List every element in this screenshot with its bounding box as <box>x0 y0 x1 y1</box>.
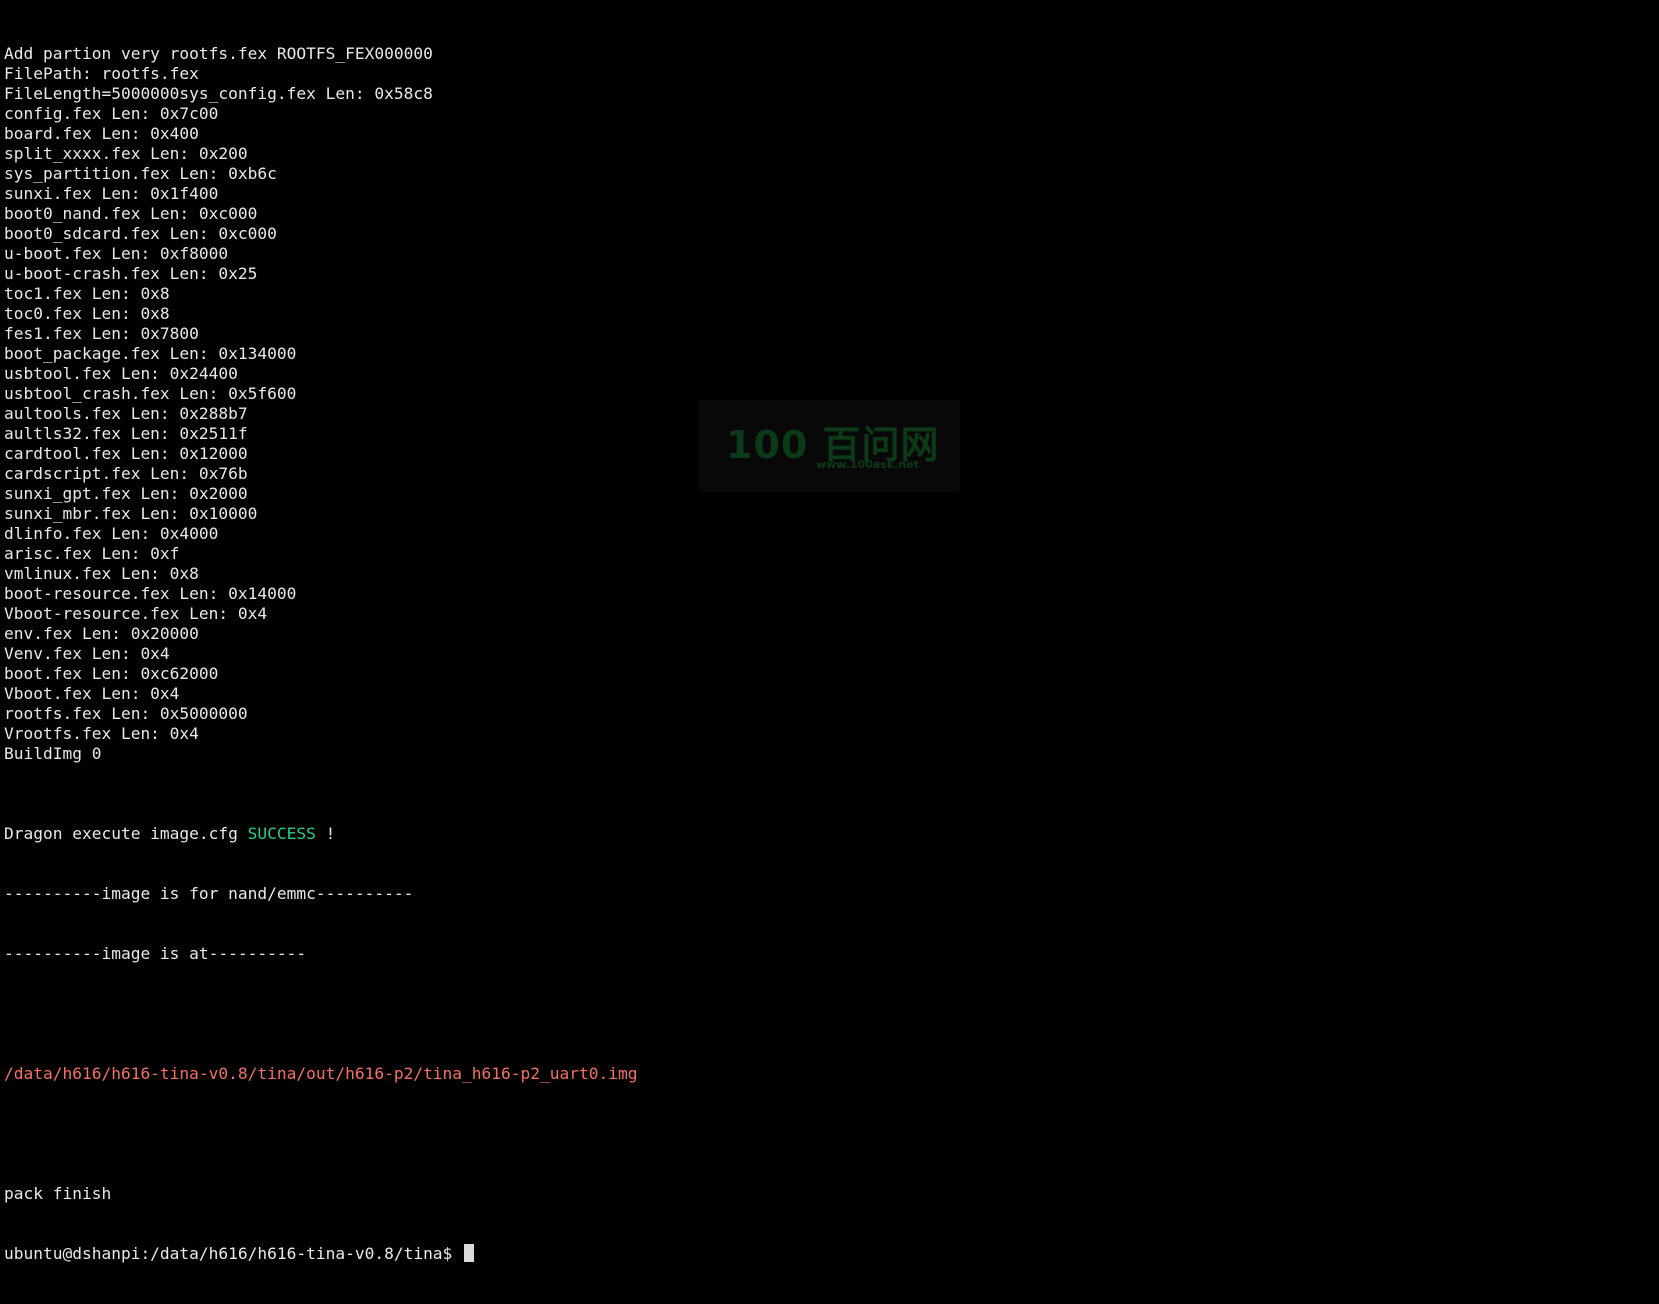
log-line: boot0_sdcard.fex Len: 0xc000 <box>4 224 277 243</box>
watermark: 100 百问网 www.100ask.net <box>698 400 960 492</box>
log-line: boot.fex Len: 0xc62000 <box>4 664 219 683</box>
log-line: BuildImg 0 <box>4 744 102 763</box>
log-line: u-boot-crash.fex Len: 0x25 <box>4 264 258 283</box>
prompt-line[interactable]: ubuntu@dshanpi:/data/h616/h616-tina-v0.8… <box>4 1244 1655 1264</box>
log-line: toc0.fex Len: 0x8 <box>4 304 170 323</box>
log-line: Add partion very rootfs.fex ROOTFS_FEX00… <box>4 44 433 63</box>
dragon-prefix: Dragon execute image.cfg <box>4 824 248 843</box>
log-line: FileLength=5000000sys_config.fex Len: 0x… <box>4 84 433 103</box>
image-at-line: ----------image is at---------- <box>4 944 307 963</box>
log-line: split_xxxx.fex Len: 0x200 <box>4 144 248 163</box>
image-path-line[interactable]: /data/h616/h616-tina-v0.8/tina/out/h616-… <box>4 1064 1655 1084</box>
pack-finish-line: pack finish <box>4 1184 112 1203</box>
log-line: u-boot.fex Len: 0xf8000 <box>4 244 229 263</box>
log-line: FilePath: rootfs.fex <box>4 64 199 83</box>
terminal-output: Add partion very rootfs.fex ROOTFS_FEX00… <box>4 4 1655 1304</box>
log-line: vmlinux.fex Len: 0x8 <box>4 564 199 583</box>
terminal-window[interactable]: Add partion very rootfs.fex ROOTFS_FEX00… <box>0 0 1659 1263</box>
log-line: dlinfo.fex Len: 0x4000 <box>4 524 219 543</box>
log-line: config.fex Len: 0x7c00 <box>4 104 219 123</box>
log-line: board.fex Len: 0x400 <box>4 124 199 143</box>
watermark-url: www.100ask.net <box>816 458 919 471</box>
log-line: boot0_nand.fex Len: 0xc000 <box>4 204 258 223</box>
log-line: fes1.fex Len: 0x7800 <box>4 324 199 343</box>
log-line: boot-resource.fex Len: 0x14000 <box>4 584 297 603</box>
log-line: Vboot.fex Len: 0x4 <box>4 684 180 703</box>
log-line: Venv.fex Len: 0x4 <box>4 644 170 663</box>
dragon-suffix: ! <box>315 824 336 843</box>
log-line: sys_partition.fex Len: 0xb6c <box>4 164 277 183</box>
log-line: env.fex Len: 0x20000 <box>4 624 199 643</box>
log-line: sunxi.fex Len: 0x1f400 <box>4 184 219 203</box>
log-line: sunxi_mbr.fex Len: 0x10000 <box>4 504 258 523</box>
log-line: Vrootfs.fex Len: 0x4 <box>4 724 199 743</box>
success-badge: SUCCESS <box>247 824 316 843</box>
log-line: boot_package.fex Len: 0x134000 <box>4 344 297 363</box>
log-line: rootfs.fex Len: 0x5000000 <box>4 704 248 723</box>
log-line: arisc.fex Len: 0xf <box>4 544 180 563</box>
shell-prompt: ubuntu@dshanpi:/data/h616/h616-tina-v0.8… <box>4 1244 463 1263</box>
log-line: toc1.fex Len: 0x8 <box>4 284 170 303</box>
log-line: usbtool.fex Len: 0x24400 <box>4 364 238 383</box>
dragon-status-line: Dragon execute image.cfg SUCCESS ! <box>4 824 1655 844</box>
terminal-cursor[interactable] <box>464 1244 475 1262</box>
log-line: Vboot-resource.fex Len: 0x4 <box>4 604 268 623</box>
image-for-line: ----------image is for nand/emmc--------… <box>4 884 414 903</box>
